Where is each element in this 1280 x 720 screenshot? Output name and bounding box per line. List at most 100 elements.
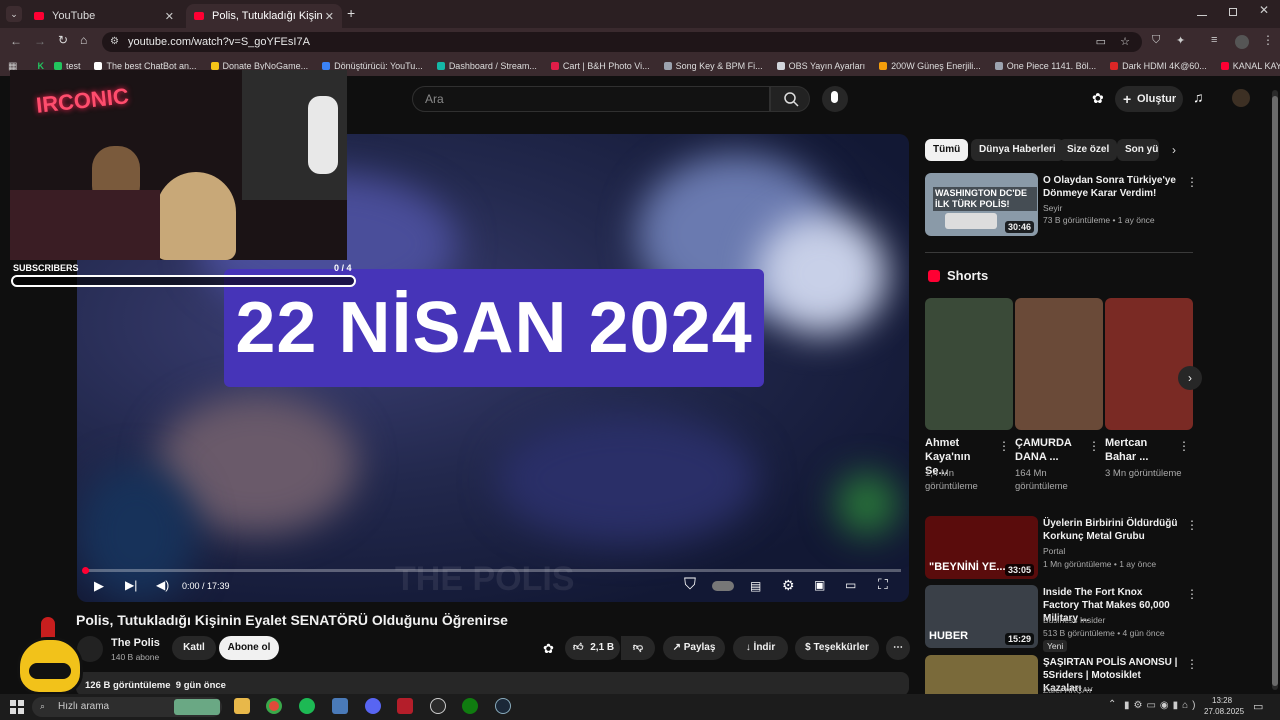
next-icon[interactable]: ▶| bbox=[125, 578, 137, 592]
bookmark-star-icon[interactable]: ☆ bbox=[1120, 32, 1130, 52]
notification-center-icon[interactable]: ▭ bbox=[1253, 700, 1263, 713]
reading-list-icon[interactable]: ≡ bbox=[1211, 34, 1217, 46]
join-button[interactable]: Katıl bbox=[172, 636, 216, 660]
short-thumbnail[interactable] bbox=[925, 298, 1013, 430]
bookmark-item[interactable]: KANAL KAYIT PROG... bbox=[1220, 61, 1280, 71]
start-icon[interactable] bbox=[10, 700, 24, 714]
related-video-title[interactable]: O Olaydan Sonra Türkiye'ye Dönmeye Karar… bbox=[1043, 174, 1178, 200]
subtitles-icon[interactable]: ▤ bbox=[750, 579, 761, 593]
short-title[interactable]: Mertcan Bahar ... bbox=[1105, 436, 1175, 464]
create-button[interactable]: + Oluştur bbox=[1115, 86, 1183, 112]
thanks-button[interactable]: $ Teşekkürler bbox=[795, 636, 879, 660]
bookmark-item[interactable]: One Piece 1141. Böl... bbox=[994, 61, 1096, 71]
file-explorer-icon[interactable] bbox=[234, 698, 250, 714]
search-input[interactable]: Ara bbox=[412, 86, 770, 112]
more-options-icon[interactable]: ⋮ bbox=[1186, 518, 1198, 532]
more-options-icon[interactable]: ⋮ bbox=[1178, 439, 1190, 453]
clock-time[interactable]: 13:28 bbox=[1212, 696, 1232, 705]
share-button[interactable]: ↗ Paylaş bbox=[663, 636, 725, 660]
home-icon[interactable]: ⌂ bbox=[80, 33, 87, 47]
tab-search-button[interactable]: ⌄ bbox=[6, 6, 22, 22]
voice-search-button[interactable] bbox=[822, 86, 848, 112]
bookmark-item[interactable]: Song Key & BPM Fi... bbox=[663, 61, 763, 71]
install-app-icon[interactable]: ▭ bbox=[1096, 32, 1106, 52]
clock-date[interactable]: 27.08.2025 bbox=[1204, 707, 1244, 716]
theater-mode-icon[interactable]: ▭ bbox=[845, 578, 856, 592]
more-options-icon[interactable]: ⋮ bbox=[1186, 175, 1198, 189]
miniplayer-icon[interactable]: ▣ bbox=[814, 578, 825, 592]
shorts-next-button[interactable]: › bbox=[1178, 366, 1202, 390]
bookmark-item[interactable]: Dashboard / Stream... bbox=[436, 61, 537, 71]
address-bar[interactable]: ⚙ youtube.com/watch?v=S_goYFEsI7A ▭ ☆ bbox=[102, 32, 1142, 52]
menu-icon[interactable]: ⋮ bbox=[1262, 33, 1274, 47]
settings-gear-icon[interactable]: ⚙ bbox=[782, 577, 795, 594]
chip-recently-uploaded[interactable]: Son yük bbox=[1117, 139, 1159, 161]
page-scrollbar[interactable] bbox=[1272, 90, 1278, 690]
tray-chevron-icon[interactable]: ⌃ bbox=[1108, 699, 1116, 710]
site-info-icon[interactable]: ⚙ bbox=[110, 32, 119, 52]
new-tab-button[interactable]: + bbox=[347, 5, 355, 21]
spotify-icon[interactable] bbox=[299, 698, 315, 714]
discord-icon[interactable] bbox=[365, 698, 381, 714]
play-icon[interactable]: ▶ bbox=[94, 578, 104, 594]
game-launcher-icon[interactable] bbox=[332, 698, 348, 714]
restore-window-icon[interactable] bbox=[1229, 8, 1237, 16]
xbox-icon[interactable] bbox=[462, 698, 478, 714]
related-channel[interactable]: Portal bbox=[1043, 545, 1065, 557]
close-tab-icon[interactable]: ✕ bbox=[325, 10, 334, 23]
tab-active-video[interactable]: Polis, Tutukladığı Kişinin Eyalet ✕ bbox=[186, 4, 342, 28]
short-title[interactable]: ÇAMURDA DANA ... bbox=[1015, 436, 1085, 464]
tray-icons[interactable]: ▮⚙▭◉▮⌂) bbox=[1124, 700, 1200, 711]
progress-bar[interactable] bbox=[85, 569, 901, 572]
shield-play-icon[interactable]: ⛉ bbox=[684, 576, 696, 594]
back-icon[interactable]: ← bbox=[10, 34, 22, 48]
reload-icon[interactable]: ↻ bbox=[58, 33, 68, 47]
like-button[interactable]: 👍︎ 2,1 B bbox=[565, 636, 620, 660]
forward-icon[interactable]: → bbox=[34, 34, 46, 48]
short-thumbnail[interactable] bbox=[1015, 298, 1103, 430]
steam-icon[interactable] bbox=[495, 698, 511, 714]
related-video-title[interactable]: Üyelerin Birbirini Öldürdüğü Korkunç Met… bbox=[1043, 517, 1178, 543]
related-thumbnail[interactable]: HUBER 15:29 bbox=[925, 585, 1038, 648]
bookmark-item[interactable]: OBS Yayın Ayarları bbox=[776, 61, 865, 71]
cast-icon[interactable]: ✿ bbox=[1092, 90, 1108, 106]
subscribe-button[interactable]: Abone ol bbox=[219, 636, 279, 660]
bookmark-item[interactable]: Dark HDMI 4K@60... bbox=[1110, 61, 1207, 71]
fullscreen-icon[interactable]: ⛶ bbox=[878, 576, 888, 593]
download-button[interactable]: ↓ İndir bbox=[733, 636, 788, 660]
related-channel[interactable]: Business Insider bbox=[1043, 614, 1105, 626]
taskbar-search-box[interactable]: ⌕ Hızlı arama bbox=[32, 697, 222, 717]
chip-all[interactable]: Tümü bbox=[925, 139, 969, 161]
tab-youtube[interactable]: YouTube ✕ bbox=[26, 4, 182, 28]
dislike-button[interactable]: 👎︎ bbox=[621, 636, 655, 660]
more-options-icon[interactable]: ⋮ bbox=[998, 439, 1010, 453]
close-tab-icon[interactable]: ✕ bbox=[165, 10, 174, 23]
progress-scrubber[interactable] bbox=[82, 567, 89, 574]
scrollbar-thumb[interactable] bbox=[1272, 96, 1278, 686]
obs-icon[interactable] bbox=[430, 698, 446, 714]
more-options-icon[interactable]: ⋮ bbox=[1088, 439, 1100, 453]
more-options-icon[interactable]: ⋮ bbox=[1186, 587, 1198, 601]
short-thumbnail[interactable] bbox=[1105, 298, 1193, 430]
bookmark-item[interactable]: 200W Güneş Enerjili... bbox=[879, 61, 981, 71]
chrome-icon[interactable] bbox=[266, 698, 282, 714]
search-button[interactable] bbox=[770, 86, 810, 112]
related-channel[interactable]: Seyir bbox=[1043, 202, 1062, 214]
minimize-window-icon[interactable] bbox=[1197, 6, 1207, 16]
account-avatar[interactable] bbox=[1232, 89, 1250, 107]
autoplay-toggle[interactable] bbox=[712, 581, 734, 591]
chips-next-icon[interactable]: › bbox=[1172, 143, 1176, 157]
related-thumbnail[interactable]: "BEYNİNİ YE... 33:05 bbox=[925, 516, 1038, 579]
close-window-icon[interactable]: ✕ bbox=[1259, 3, 1269, 17]
channel-name[interactable]: The Polis bbox=[111, 637, 160, 649]
profile-avatar[interactable] bbox=[1235, 35, 1249, 49]
chip-world-news[interactable]: Dünya Haberleri bbox=[971, 139, 1064, 161]
bookmark-item[interactable]: Cart | B&H Photo Vi... bbox=[550, 61, 650, 71]
more-actions-button[interactable]: ⋯ bbox=[886, 636, 910, 660]
more-options-icon[interactable]: ⋮ bbox=[1186, 657, 1198, 671]
notifications-bell-icon[interactable]: ♫ bbox=[1193, 89, 1204, 105]
voicemeeter-icon[interactable] bbox=[397, 698, 413, 714]
related-thumbnail[interactable]: WASHINGTON DC'DE İLK TÜRK POLİS! 30:46 bbox=[925, 173, 1038, 236]
chip-for-you[interactable]: Size özel bbox=[1059, 139, 1118, 161]
shield-icon[interactable]: ⛉ bbox=[1152, 34, 1160, 47]
